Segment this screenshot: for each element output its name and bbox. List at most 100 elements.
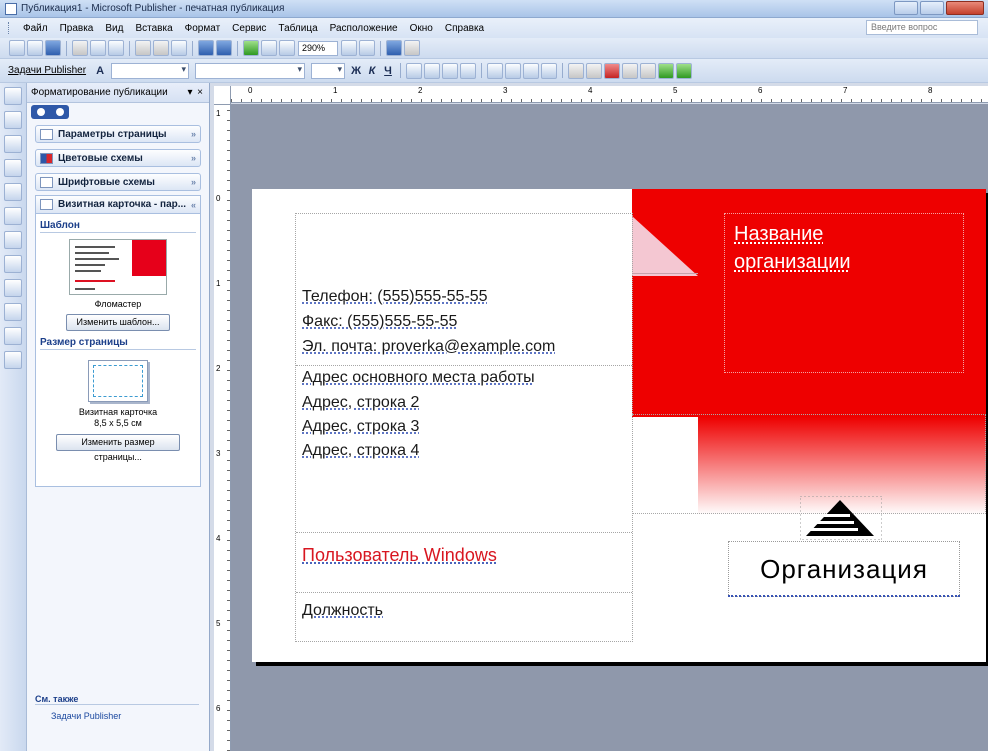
user-name-text[interactable]: Пользователь Windows — [302, 545, 497, 566]
menu-edit[interactable]: Правка — [54, 23, 100, 34]
help-search-input[interactable]: Введите вопрос — [866, 20, 978, 35]
address-line-2[interactable]: Адрес, строка 2 — [302, 394, 419, 412]
font-select[interactable] — [195, 62, 306, 79]
menu-file[interactable]: Файл — [17, 23, 54, 34]
zoom-in-icon[interactable] — [359, 40, 375, 56]
select-objects-icon[interactable] — [4, 87, 22, 105]
business-card-page[interactable]: Телефон: (555)555-55-55 Факс: (555)555-5… — [252, 189, 986, 662]
fax-text[interactable]: Факс: (555)555-55-55 — [302, 313, 457, 331]
section-page-setup[interactable]: Параметры страницы » — [35, 125, 201, 143]
menu-arrange[interactable]: Расположение — [324, 23, 404, 34]
rectangle-icon[interactable] — [4, 279, 22, 297]
position-text[interactable]: Должность — [302, 602, 383, 620]
menu-window[interactable]: Окно — [404, 23, 439, 34]
copy-icon[interactable] — [153, 40, 169, 56]
expand-icon[interactable]: » — [191, 129, 196, 139]
picture-frame-icon[interactable] — [4, 183, 22, 201]
font-size-select[interactable] — [311, 62, 346, 79]
spell-icon[interactable] — [108, 40, 124, 56]
help-icon[interactable] — [386, 40, 402, 56]
styles-icon[interactable]: A — [92, 65, 108, 77]
back-icon[interactable] — [36, 108, 45, 116]
show-formatting-icon[interactable] — [279, 40, 295, 56]
hot-spot-icon[interactable] — [4, 327, 22, 345]
menu-view[interactable]: Вид — [99, 23, 129, 34]
phone-text[interactable]: Телефон: (555)555-55-55 — [302, 288, 488, 306]
line-color-icon[interactable] — [586, 62, 603, 79]
forward-icon[interactable] — [55, 108, 64, 116]
section-business-card[interactable]: Визитная карточка - пар... « — [36, 196, 200, 214]
font-color-icon[interactable] — [604, 62, 621, 79]
shadow-icon[interactable] — [658, 62, 675, 79]
publication-workspace[interactable]: Телефон: (555)555-55-55 Факс: (555)555-5… — [231, 104, 988, 751]
address-line-3[interactable]: Адрес, строка 3 — [302, 418, 419, 436]
design-gallery-icon[interactable] — [4, 351, 22, 369]
menu-insert[interactable]: Вставка — [129, 23, 178, 34]
organization-logo-box[interactable]: Организация — [728, 541, 960, 597]
organization-logo-icon[interactable] — [800, 496, 882, 540]
3d-icon[interactable] — [676, 62, 693, 79]
see-also-publisher-tasks-link[interactable]: Задачи Publisher — [51, 711, 121, 721]
decrease-indent-icon[interactable] — [523, 62, 540, 79]
menu-format[interactable]: Формат — [179, 23, 227, 34]
preview-icon[interactable] — [90, 40, 106, 56]
menu-table[interactable]: Таблица — [272, 23, 323, 34]
task-pane-close-icon[interactable]: × — [195, 87, 205, 98]
fill-color-icon[interactable] — [568, 62, 585, 79]
save-icon[interactable] — [45, 40, 61, 56]
collapse-icon[interactable]: « — [191, 200, 196, 210]
address-line-4[interactable]: Адрес, строка 4 — [302, 442, 419, 460]
expand-icon[interactable]: » — [191, 177, 196, 187]
align-center-icon[interactable] — [424, 62, 441, 79]
publisher-tasks-button[interactable]: Задачи Publisher — [8, 65, 86, 76]
address-line-1[interactable]: Адрес основного места работы — [302, 369, 535, 387]
text-box-icon[interactable] — [4, 111, 22, 129]
open-icon[interactable] — [27, 40, 43, 56]
style-select[interactable] — [111, 62, 190, 79]
new-icon[interactable] — [9, 40, 25, 56]
organization-text[interactable]: Организация — [729, 542, 959, 596]
cut-icon[interactable] — [135, 40, 151, 56]
wordart-icon[interactable] — [4, 159, 22, 177]
columns-icon[interactable] — [261, 40, 277, 56]
horizontal-ruler[interactable]: 0 1 2 3 4 5 6 7 8 — [231, 86, 988, 103]
insert-table-icon[interactable] — [4, 135, 22, 153]
align-right-icon[interactable] — [442, 62, 459, 79]
numbering-icon[interactable] — [487, 62, 504, 79]
template-thumbnail[interactable] — [69, 239, 167, 295]
org-name-text[interactable]: Название организации — [734, 220, 851, 276]
arrow-icon[interactable] — [4, 231, 22, 249]
increase-indent-icon[interactable] — [541, 62, 558, 79]
toolbar-options-icon[interactable] — [404, 40, 420, 56]
ruler-corner[interactable] — [214, 86, 231, 105]
change-template-button[interactable]: Изменить шаблон... — [66, 314, 170, 331]
minimize-button[interactable] — [894, 1, 918, 15]
zoom-out-icon[interactable] — [341, 40, 357, 56]
menu-grip[interactable] — [8, 22, 11, 34]
publisher-app-icon[interactable] — [5, 2, 17, 15]
section-font-schemes[interactable]: Шрифтовые схемы » — [35, 173, 201, 191]
line-style-icon[interactable] — [622, 62, 639, 79]
bold-icon[interactable]: Ж — [348, 65, 364, 77]
section-color-schemes[interactable]: Цветовые схемы » — [35, 149, 201, 167]
expand-icon[interactable]: » — [191, 153, 196, 163]
contact-info-box[interactable]: Телефон: (555)555-55-55 Факс: (555)555-5… — [295, 213, 633, 642]
menu-tools[interactable]: Сервис — [226, 23, 272, 34]
line-icon[interactable] — [4, 207, 22, 225]
paste-icon[interactable] — [171, 40, 187, 56]
underline-icon[interactable]: Ч — [380, 65, 396, 77]
dash-style-icon[interactable] — [640, 62, 657, 79]
justify-icon[interactable] — [460, 62, 477, 79]
maximize-button[interactable] — [920, 1, 944, 15]
org-name-box[interactable]: Название организации — [724, 213, 964, 373]
italic-icon[interactable]: К — [364, 65, 380, 77]
print-icon[interactable] — [72, 40, 88, 56]
autoshapes-icon[interactable] — [4, 303, 22, 321]
task-pane-menu-icon[interactable]: ▾ — [185, 87, 195, 98]
zoom-select[interactable]: 290% — [298, 40, 338, 56]
oval-icon[interactable] — [4, 255, 22, 273]
menu-help[interactable]: Справка — [439, 23, 490, 34]
insert-table-icon[interactable] — [243, 40, 259, 56]
undo-icon[interactable] — [198, 40, 214, 56]
redo-icon[interactable] — [216, 40, 232, 56]
